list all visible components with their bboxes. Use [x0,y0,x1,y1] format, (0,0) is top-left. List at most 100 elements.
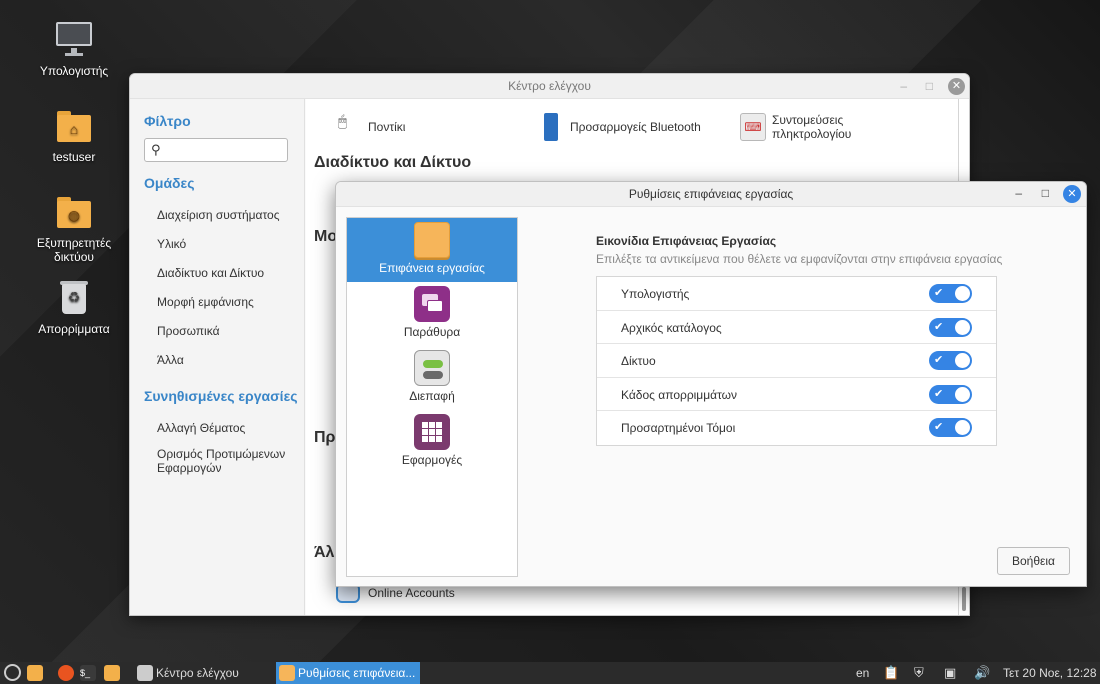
window-title: Κέντρο ελέγχου [508,79,591,93]
list-item: Κάδος απορριμμάτων ✔ [597,378,996,411]
search-input[interactable]: ⚲ [144,138,288,162]
language-indicator[interactable]: en [856,666,869,680]
firefox-icon[interactable] [58,665,74,681]
windows-icon [414,286,450,322]
shield-icon[interactable]: ⛨ [914,665,924,681]
files-icon[interactable] [27,665,43,681]
filter-heading: Φίλτρο [144,113,191,129]
nav-label: Διεπαφή [409,389,455,403]
help-button[interactable]: Βοήθεια [997,547,1070,575]
maximize-button[interactable]: □ [1042,186,1049,200]
display-icon[interactable]: ▣ [944,665,956,681]
desktop-icon-label: Εξυπηρετητές δικτύου [36,236,112,264]
item-keyboard-shortcuts[interactable]: Συντομεύσεις πληκτρολογίου [772,113,882,141]
option-label: Δίκτυο [621,354,656,368]
scrollbar-thumb[interactable] [962,587,966,611]
check-icon: ✔ [934,354,944,366]
interface-icon [414,350,450,386]
nav-item-apps[interactable]: Εφαρμογές [347,410,517,474]
check-icon: ✔ [934,387,944,400]
list-item: Προσαρτημένοι Τόμοι ✔ [597,411,996,445]
close-button[interactable]: ✕ [1063,185,1081,203]
nav-label: Παράθυρα [403,325,461,339]
home-toggle[interactable]: ✔ [929,317,972,337]
control-center-sidebar: Φίλτρο ⚲ Ομάδες Διαχείριση συστήματος Υλ… [130,99,305,615]
desktop-icon-network[interactable]: ◍ Εξυπηρετητές δικτύου [29,192,119,264]
desktop-icon-computer[interactable]: Υπολογιστής [29,20,119,78]
group-item[interactable]: Υλικό [157,237,186,251]
window-title: Ρυθμίσεις επιφάνειας εργασίας [628,187,794,201]
desktop-icon-label: Υπολογιστής [39,64,109,78]
minimize-button[interactable]: – [900,79,907,93]
check-icon: ✔ [934,421,944,433]
apps-icon [414,414,450,450]
nav-label: Επιφάνεια εργασίας [379,261,485,275]
control-center-titlebar[interactable]: Κέντρο ελέγχου – □ ✕ [130,74,969,99]
section-description: Επιλέξτε τα αντικείμενα που θέλετε να εμ… [596,252,1003,266]
settings-navigation: Επιφάνεια εργασίας Παράθυρα Διεπαφή Εφαρ… [346,217,518,577]
maximize-button[interactable]: □ [926,79,933,93]
option-label: Υπολογιστής [621,287,690,301]
task-desktop-settings[interactable]: Ρυθμίσεις επιφάνεια... [276,662,420,684]
mounted-volumes-toggle[interactable]: ✔ [929,418,972,437]
computer-toggle[interactable]: ✔ [929,284,972,303]
bluetooth-icon [544,113,558,141]
volume-icon[interactable]: 🔊 [974,665,990,681]
list-item: Αρχικός κατάλογος ✔ [597,311,996,344]
desktop-icon-trash[interactable]: ♻ Απορρίμματα [29,278,119,336]
network-folder-icon: ◍ [54,192,94,232]
list-item: Υπολογιστής ✔ [597,277,996,311]
group-item[interactable]: Προσωπικά [157,324,220,338]
section-heading: Πρ [314,429,336,446]
minimize-button[interactable]: – [1015,186,1022,200]
terminal-icon[interactable]: $_ [80,665,96,681]
keyboard-shortcuts-icon: ⌨ [740,113,766,141]
item-mouse[interactable]: Ποντίκι [368,120,405,134]
option-label: Αρχικός κατάλογος [621,320,722,335]
control-center-icon [137,665,153,681]
section-heading: Εικονίδια Επιφάνειας Εργασίας [596,234,777,248]
option-label: Προσαρτημένοι Τόμοι [621,421,736,435]
group-item[interactable]: Μορφή εμφάνισης [157,295,254,309]
check-icon: ✔ [934,287,944,299]
desktop-icon [414,222,450,258]
check-icon: ✔ [934,320,944,333]
section-heading: Άλ [314,544,335,561]
folder-icon[interactable] [104,665,120,681]
task-item[interactable]: Ορισμός Προτιμώμενων Εφαρμογών [157,447,292,475]
group-item[interactable]: Άλλα [157,353,184,367]
section-heading-internet: Διαδίκτυο και Δίκτυο [314,154,472,171]
group-item[interactable]: Διαχείριση συστήματος [157,208,280,222]
task-label: Κέντρο ελέγχου [156,666,239,680]
tasks-heading: Συνηθισμένες εργασίες [144,388,298,404]
clipboard-icon[interactable]: 📋 [883,665,899,681]
nav-item-interface[interactable]: Διεπαφή [347,346,517,410]
settings-header: Εικονίδια Επιφάνειας Εργασίας Επιλέξτε τ… [596,234,1036,266]
group-item[interactable]: Διαδίκτυο και Δίκτυο [157,266,264,280]
nav-item-desktop[interactable]: Επιφάνεια εργασίας [347,218,517,282]
menu-icon[interactable] [4,664,21,681]
desktop-icon-home[interactable]: ⌂ testuser [29,106,119,164]
desktop-icon-label: testuser [52,150,96,164]
desktop-icon-label: Απορρίμματα [38,322,110,336]
task-control-center[interactable]: Κέντρο ελέγχου [134,662,276,684]
desktop-settings-window: Ρυθμίσεις επιφάνειας εργασίας – □ ✕ Επιφ… [335,181,1087,587]
item-online-accounts[interactable]: Online Accounts [368,586,455,600]
desktop-icons-list: Υπολογιστής ✔ Αρχικός κατάλογος ✔ Δίκτυο… [596,276,997,446]
trash-toggle[interactable]: ✔ [929,384,972,404]
item-bluetooth[interactable]: Προσαρμογείς Bluetooth [570,120,701,134]
task-label: Ρυθμίσεις επιφάνεια... [298,666,416,680]
option-label: Κάδος απορριμμάτων [621,387,738,402]
close-button[interactable]: ✕ [948,78,965,95]
section-heading: Μο [314,228,338,245]
trash-icon: ♻ [54,278,94,318]
network-toggle[interactable]: ✔ [929,351,972,370]
clock[interactable]: Τετ 20 Νοε, 12:28 [1003,666,1097,680]
desktop-settings-titlebar[interactable]: Ρυθμίσεις επιφάνειας εργασίας – □ ✕ [336,182,1086,207]
list-item: Δίκτυο ✔ [597,344,996,378]
task-item[interactable]: Αλλαγή Θέματος [157,421,245,435]
search-icon: ⚲ [151,142,161,157]
groups-heading: Ομάδες [144,175,195,191]
mouse-icon: 🖱 [338,113,348,130]
nav-item-windows[interactable]: Παράθυρα [347,282,517,346]
